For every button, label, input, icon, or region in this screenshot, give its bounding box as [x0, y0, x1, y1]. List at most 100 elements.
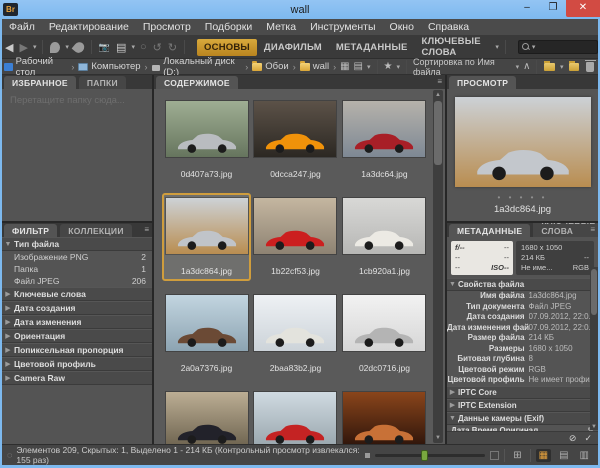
back-icon[interactable]: ◀ [2, 41, 16, 54]
metadata-section-header[interactable]: ▶ IPTC Extension [447, 399, 598, 412]
minimize-button[interactable]: – [514, 0, 540, 17]
rotate-right-icon[interactable]: ↻ [165, 41, 180, 54]
scroll-down-icon[interactable]: ▼ [433, 433, 443, 443]
view-list-button[interactable]: ▥ [577, 449, 592, 462]
search-dropdown-icon[interactable]: ▾ [530, 43, 538, 51]
breadcrumb-item[interactable]: wall [298, 61, 331, 72]
breadcrumb-item[interactable]: Обои [250, 61, 290, 72]
tab-metadata[interactable]: МЕТАДАННЫЕ [449, 224, 530, 237]
grid-lock-button[interactable]: ⊞ [510, 449, 524, 462]
small-thumbnails-icon[interactable] [365, 453, 370, 458]
workspace-dropdown-icon[interactable]: ▾ [493, 43, 501, 51]
reject-icon[interactable]: ⊘ [569, 433, 577, 444]
thumbnail-cell[interactable]: 2baa83b2.jpg [251, 290, 340, 378]
scroll-down-icon[interactable]: ▼ [590, 424, 598, 430]
refine-icon[interactable]: ▤ [113, 41, 129, 54]
filter-item[interactable]: Папка1 [2, 263, 152, 275]
camera-raw-icon[interactable] [72, 40, 87, 55]
maximize-button[interactable]: ❐ [540, 0, 566, 17]
thumbnail-view-icon[interactable]: ▦ [338, 61, 351, 72]
thumbnail-cell[interactable]: 2a0a7376.jpg [162, 290, 251, 378]
tab-content[interactable]: СОДЕРЖИМОЕ [156, 76, 238, 89]
apply-icon[interactable]: ✓ [584, 433, 592, 444]
filter-group-header[interactable]: ▶ Camera Raw [2, 371, 152, 385]
metadata-section-header[interactable]: ▼ Данные камеры (Exif) [447, 412, 598, 425]
tab-filter[interactable]: ФИЛЬТР [4, 224, 57, 237]
crumb-separator: › [243, 62, 250, 72]
tab-preview[interactable]: ПРОСМОТР [449, 76, 516, 89]
slider-knob[interactable] [421, 450, 428, 461]
filter-group-header[interactable]: ▶ Дата изменения [2, 315, 152, 329]
filter-group-header[interactable]: ▶ Ориентация [2, 329, 152, 343]
thumbnail-cell[interactable]: 3f8d0b79.jpg [251, 387, 340, 444]
status-bar: ◌ Элементов 209, Скрытых: 1, Выделено 1 … [2, 444, 598, 465]
file-properties-header[interactable]: ▼ Свойства файла [447, 278, 598, 291]
metadata-property: Цветовой профильНе имеет профиля [447, 375, 598, 386]
thumbnail-cell[interactable]: 0dcca247.jpg [251, 96, 340, 184]
forward-icon[interactable]: ▶ [16, 41, 30, 54]
thumbnail-cell[interactable]: 02dc0716.jpg [340, 290, 429, 378]
camera-import-icon[interactable]: 📷 [96, 42, 113, 53]
output-icon[interactable]: ○ [137, 41, 150, 53]
thumbnail-image [343, 392, 425, 444]
new-folder-icon[interactable] [569, 63, 580, 71]
thumbnail-cell[interactable]: 1a3dc864.jpg [162, 193, 251, 281]
open-folder-icon[interactable] [544, 63, 555, 71]
trash-icon[interactable] [586, 62, 594, 72]
thumbnail-cell[interactable]: 1a3dc64.jpg [340, 96, 429, 184]
sort-label[interactable]: Сортировка по Имя файла [411, 57, 514, 77]
large-thumbnails-icon[interactable] [490, 451, 499, 460]
filter-group-header[interactable]: ▶ Дата создания [2, 301, 152, 315]
boomerang-icon[interactable] [50, 42, 60, 53]
workspace-tab[interactable]: МЕТАДАННЫЕ [329, 39, 415, 56]
tab-favorites[interactable]: ИЗБРАННОЕ [4, 76, 76, 89]
boomerang-dropdown-icon[interactable]: ▾ [63, 43, 71, 51]
rating-dots[interactable]: • • • • • [498, 193, 548, 202]
filter-item[interactable]: Изображение PNG2 [2, 251, 152, 263]
menu-item[interactable]: Редактирование [42, 19, 136, 35]
filter-group-header[interactable]: ▶ Цветовой профиль [2, 357, 152, 371]
metadata-panel-menu-icon[interactable]: ≡ [590, 225, 595, 234]
disclosure-triangle-icon: ▶ [447, 401, 458, 409]
metadata-section-header[interactable]: ▶ IPTC Core [447, 386, 598, 399]
content-panel-menu-icon[interactable]: ≡ [437, 77, 442, 86]
thumbnail-cell[interactable]: 3c7a4878.jpg [162, 387, 251, 444]
scrollbar-thumb[interactable] [434, 101, 442, 165]
thumbnail-quality-icon[interactable]: ▤ [352, 61, 365, 72]
thumbnail-size-slider[interactable] [375, 454, 485, 457]
filter-item[interactable]: Файл JPEG206 [2, 275, 152, 287]
workspace-tab[interactable]: ОСНОВЫ [197, 39, 257, 56]
tab-folders[interactable]: ПАПКИ [79, 76, 126, 89]
thumbnail-cell[interactable]: 4bcc4354.jpg [340, 387, 429, 444]
content-scrollbar[interactable]: ▲ ▼ [433, 90, 443, 443]
star-filter-icon[interactable]: ★ [382, 61, 395, 72]
tab-collections[interactable]: КОЛЛЕКЦИИ [60, 224, 132, 237]
rotate-left-icon[interactable]: ↺ [150, 41, 165, 54]
filter-group-header[interactable]: ▶ Ключевые слова [2, 287, 152, 301]
filter-group-header[interactable]: ▶ Попиксельная пропорция [2, 343, 152, 357]
sort-ascending-icon[interactable]: ∧ [521, 61, 532, 72]
thumbnail-image [343, 198, 425, 254]
view-details-button[interactable]: ▤ [556, 449, 571, 462]
close-button[interactable]: ✕ [566, 0, 600, 17]
panel-menu-icon[interactable]: ≡ [144, 225, 149, 234]
scroll-up-icon[interactable]: ▲ [433, 90, 443, 100]
sort-dropdown-icon[interactable]: ▾ [514, 63, 522, 71]
history-dropdown-icon[interactable]: ▾ [31, 43, 39, 51]
breadcrumb-item[interactable]: Компьютер [76, 61, 142, 72]
filter-group-header[interactable]: ▼ Тип файла [2, 237, 152, 251]
star-dropdown-icon[interactable]: ▾ [394, 63, 402, 71]
open-dropdown-icon[interactable]: ▾ [558, 63, 566, 71]
menu-item[interactable]: Файл [2, 19, 42, 35]
refine-dropdown-icon[interactable]: ▾ [129, 43, 137, 51]
menu-item[interactable]: Просмотр [136, 19, 198, 35]
search-input[interactable]: ▾ [518, 40, 598, 54]
quality-dropdown-icon[interactable]: ▾ [365, 63, 373, 71]
thumbnail-cell[interactable]: 1cb920a1.jpg [340, 193, 429, 281]
thumbnail-cell[interactable]: 0d407a73.jpg [162, 96, 251, 184]
tab-keywords[interactable]: КЛЮЧЕВЫЕ СЛОВА [533, 223, 598, 237]
view-thumbnails-button[interactable]: ▦ [536, 449, 551, 462]
metadata-scrollbar[interactable]: ▼ [590, 267, 598, 430]
workspace-tab[interactable]: ДИАФИЛЬМ [257, 39, 329, 56]
thumbnail-cell[interactable]: 1b22cf53.jpg [251, 193, 340, 281]
